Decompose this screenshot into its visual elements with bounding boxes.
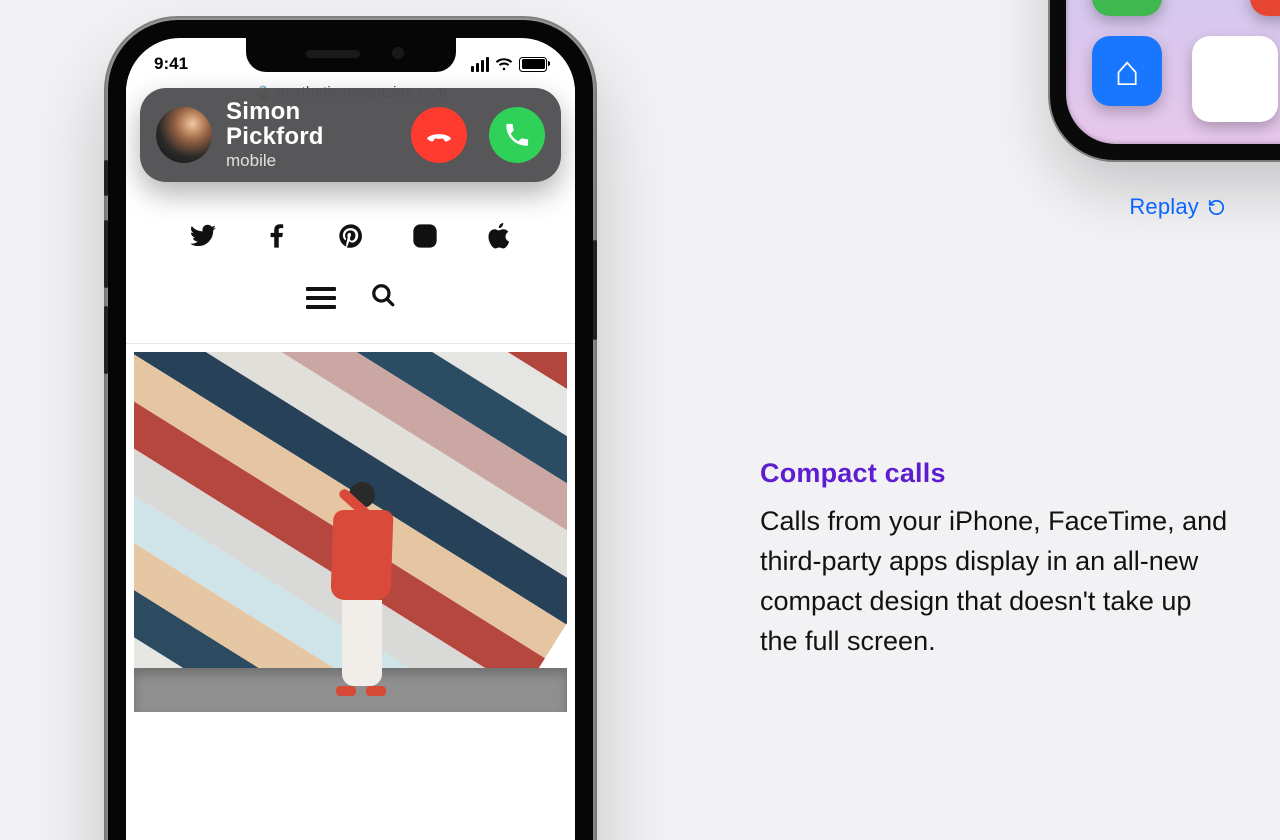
secondary-phone-screen: h R 🤖 ⌂ ℗ ♪ — [1066, 0, 1280, 144]
instagram-icon[interactable] — [411, 222, 439, 250]
accept-call-button[interactable] — [489, 107, 545, 163]
secondary-phone-mockup: h R 🤖 ⌂ ℗ ♪ — [1050, 0, 1280, 160]
primary-phone-mockup: 9:41 🔒aestheticamagazine.com Simon Pic — [108, 20, 593, 840]
replay-button[interactable]: Replay — [1129, 194, 1226, 220]
app-icon — [1192, 36, 1278, 122]
app-icon: h — [1092, 0, 1162, 16]
search-button[interactable] — [370, 282, 396, 313]
battery-icon — [519, 57, 547, 72]
incoming-call-banner[interactable]: Simon Pickford mobile — [140, 88, 561, 182]
search-icon — [370, 282, 396, 308]
primary-phone-screen: 9:41 🔒aestheticamagazine.com Simon Pic — [126, 38, 575, 840]
menu-button[interactable] — [306, 287, 336, 309]
app-icon: R — [1250, 0, 1280, 16]
replay-icon — [1207, 198, 1226, 217]
cellular-signal-icon — [471, 57, 489, 72]
phone-notch — [246, 38, 456, 72]
facebook-icon[interactable] — [263, 222, 291, 250]
app-icon: ⌂ — [1092, 36, 1162, 106]
feature-title: Compact calls — [760, 458, 1232, 489]
feature-copy: Compact calls Calls from your iPhone, Fa… — [760, 458, 1232, 661]
twitter-icon[interactable] — [189, 222, 217, 250]
phone-down-icon — [425, 121, 453, 149]
caller-avatar — [156, 107, 212, 163]
caller-name: Simon Pickford — [226, 99, 397, 149]
hero-image — [134, 352, 567, 712]
wifi-icon — [495, 57, 513, 71]
social-links-row — [126, 222, 575, 250]
feature-body: Calls from your iPhone, FaceTime, and th… — [760, 501, 1232, 661]
apple-icon[interactable] — [485, 222, 513, 250]
pinterest-icon[interactable] — [337, 222, 365, 250]
caller-subtitle: mobile — [226, 151, 397, 171]
replay-label: Replay — [1129, 194, 1199, 220]
phone-icon — [503, 121, 531, 149]
decline-call-button[interactable] — [411, 107, 467, 163]
status-time: 9:41 — [154, 54, 188, 74]
